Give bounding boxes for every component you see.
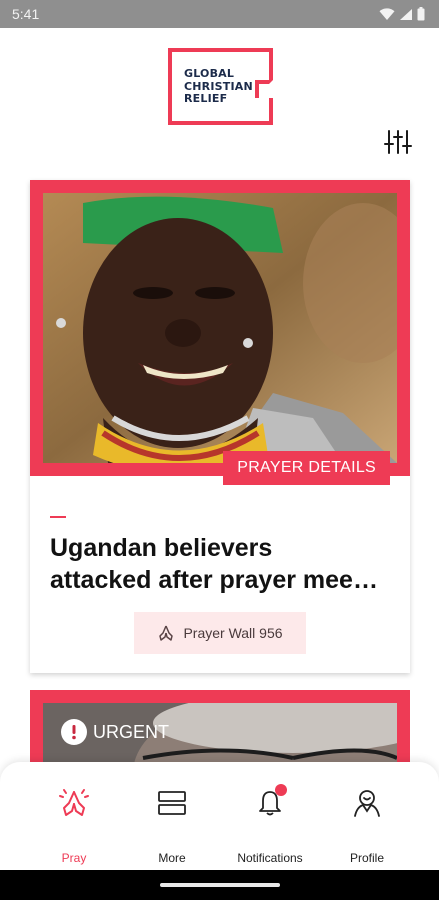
nav-item-more[interactable]: More [117,762,227,870]
system-navigation-bar [0,870,439,900]
card-photo-frame [30,180,410,476]
prayer-request-card[interactable]: PRAYER DETAILS Ugandan believers attacke… [30,180,410,673]
cellular-signal-icon [400,8,412,20]
logo-line-3: RELIEF [184,92,228,105]
nav-label-pray: Pray [61,851,87,865]
notification-badge [275,784,287,796]
bottom-navigation: Pray More Notifications Profile [0,762,439,870]
status-icons [379,7,425,21]
nav-label-notifications: Notifications [237,851,303,865]
urgent-badge: URGENT [61,719,169,745]
status-time: 5:41 [12,6,40,22]
nav-label-profile: Profile [349,851,384,865]
battery-icon [417,7,425,21]
nav-item-notifications[interactable]: Notifications [215,762,325,870]
sliders-icon [384,130,412,154]
nav-label-more: More [158,851,186,865]
urgent-label: URGENT [93,721,169,742]
accent-dash [50,516,66,518]
exclamation-icon [61,719,87,745]
praying-hands-icon [51,780,97,826]
profile-icon [344,780,390,826]
card-title-line-1: Ugandan believers [50,534,273,562]
home-gesture-handle[interactable] [160,883,280,887]
card-title[interactable]: Ugandan believers attacked after prayer … [50,532,400,596]
nav-item-pray[interactable]: Pray [19,762,129,870]
wifi-icon [379,7,395,20]
prayer-wall-label: Prayer Wall 956 [183,625,283,641]
prayer-wall-button[interactable]: Prayer Wall 956 [134,612,306,654]
nav-item-profile[interactable]: Profile [312,762,422,870]
praying-hands-icon [159,625,174,641]
smiling-man-photo [43,193,397,463]
bell-icon [247,780,293,826]
logo-mark [255,80,273,98]
status-bar: 5:41 [0,0,439,28]
prayer-details-button[interactable]: PRAYER DETAILS [223,451,390,485]
logo-line-1: GLOBAL [184,67,235,80]
card-title-line-2: attacked after prayer mee… [50,566,378,594]
logo-wordmark: GLOBAL CHRISTIAN RELIEF [184,67,253,106]
stack-icon [149,780,195,826]
global-christian-relief-logo: GLOBAL CHRISTIAN RELIEF [168,48,273,125]
card-photo [43,193,397,463]
filter-button[interactable] [383,129,413,155]
